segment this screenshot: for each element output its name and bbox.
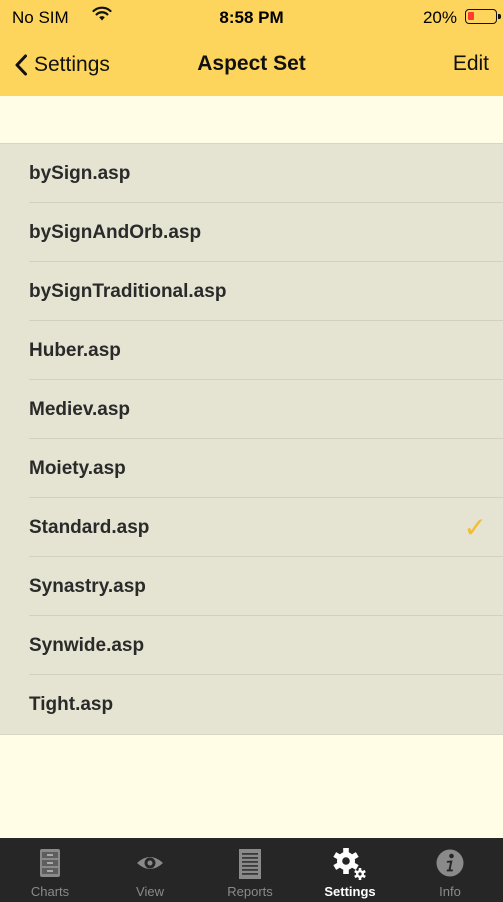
tab-bar: Charts View Reports Settings Info	[0, 838, 503, 902]
list-item[interactable]: Huber.asp	[0, 321, 503, 380]
list-item[interactable]: Tight.asp	[0, 675, 503, 734]
aspect-set-name: Huber.asp	[29, 339, 121, 361]
header: No SIM 8:58 PM 20% Settings Aspect Set E…	[0, 0, 503, 96]
status-bar: No SIM 8:58 PM 20%	[0, 0, 503, 34]
tab-view[interactable]: View	[100, 838, 200, 902]
tab-reports[interactable]: Reports	[200, 838, 300, 902]
tab-label: Info	[439, 884, 461, 899]
list-item-selected[interactable]: Standard.asp ✓	[0, 498, 503, 557]
list-item[interactable]: Synwide.asp	[0, 616, 503, 675]
tab-charts[interactable]: Charts	[0, 838, 100, 902]
gear-icon	[300, 848, 400, 880]
tab-label: Charts	[30, 884, 70, 899]
tab-label: View	[136, 884, 164, 899]
battery-icon	[465, 9, 501, 24]
list-item[interactable]: Synastry.asp	[0, 557, 503, 616]
back-button-label: Settings	[34, 53, 110, 76]
tab-info[interactable]: Info	[400, 838, 500, 902]
checkmark-icon: ✓	[463, 512, 487, 543]
edit-button[interactable]: Edit	[453, 52, 489, 76]
aspect-set-name: Moiety.asp	[29, 457, 126, 479]
aspect-set-name: Tight.asp	[29, 693, 114, 715]
list-item[interactable]: bySign.asp	[0, 144, 503, 203]
aspect-set-name: bySign.asp	[29, 162, 131, 184]
aspect-set-name: bySignAndOrb.asp	[29, 221, 202, 243]
aspect-set-name: Synastry.asp	[29, 575, 146, 597]
tab-label: Settings	[324, 884, 376, 899]
battery-percent: 20%	[422, 8, 457, 27]
aspect-set-name: Mediev.asp	[29, 398, 131, 420]
list-item[interactable]: bySignTraditional.asp	[0, 262, 503, 321]
tab-settings[interactable]: Settings	[300, 838, 400, 902]
back-button[interactable]: Settings	[14, 50, 110, 80]
document-icon	[200, 848, 300, 879]
info-icon	[400, 848, 500, 878]
chevron-left-icon	[14, 54, 28, 76]
aspect-set-name: bySignTraditional.asp	[29, 280, 227, 302]
navigation-bar: Settings Aspect Set Edit	[0, 34, 503, 96]
aspect-set-name: Synwide.asp	[29, 634, 145, 656]
eye-icon	[100, 848, 200, 878]
tab-label: Reports	[227, 884, 273, 899]
list-item[interactable]: Moiety.asp	[0, 439, 503, 498]
list-item[interactable]: Mediev.asp	[0, 380, 503, 439]
cabinet-icon	[0, 848, 100, 878]
aspect-set-name: Standard.asp	[29, 516, 150, 538]
aspect-set-list: bySign.asp bySignAndOrb.asp bySignTradit…	[0, 143, 503, 735]
list-item[interactable]: bySignAndOrb.asp	[0, 203, 503, 262]
